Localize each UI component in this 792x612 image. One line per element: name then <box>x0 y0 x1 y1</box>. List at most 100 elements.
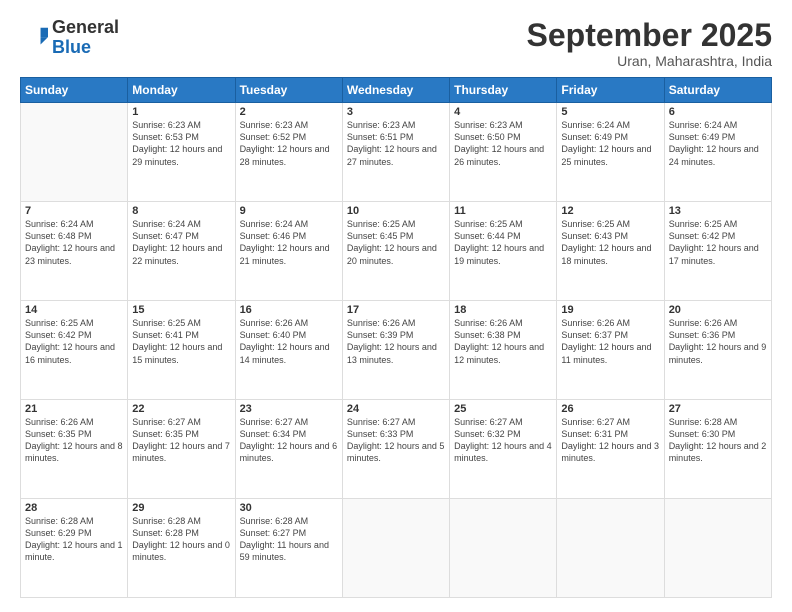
calendar-cell: 3Sunrise: 6:23 AMSunset: 6:51 PMDaylight… <box>342 103 449 202</box>
calendar-table: Sunday Monday Tuesday Wednesday Thursday… <box>20 77 772 598</box>
location: Uran, Maharashtra, India <box>527 53 772 69</box>
logo-general: General <box>52 17 119 37</box>
logo-text: General Blue <box>52 18 119 58</box>
day-info: Sunrise: 6:26 AMSunset: 6:37 PMDaylight:… <box>561 317 659 366</box>
day-info: Sunrise: 6:24 AMSunset: 6:46 PMDaylight:… <box>240 218 338 267</box>
day-info: Sunrise: 6:26 AMSunset: 6:40 PMDaylight:… <box>240 317 338 366</box>
day-number: 3 <box>347 106 445 118</box>
day-info: Sunrise: 6:23 AMSunset: 6:53 PMDaylight:… <box>132 119 230 168</box>
calendar-cell: 24Sunrise: 6:27 AMSunset: 6:33 PMDayligh… <box>342 400 449 499</box>
day-info: Sunrise: 6:28 AMSunset: 6:27 PMDaylight:… <box>240 515 338 564</box>
col-tuesday: Tuesday <box>235 78 342 103</box>
day-info: Sunrise: 6:25 AMSunset: 6:42 PMDaylight:… <box>669 218 767 267</box>
calendar-cell <box>664 499 771 598</box>
day-info: Sunrise: 6:27 AMSunset: 6:31 PMDaylight:… <box>561 416 659 465</box>
day-info: Sunrise: 6:24 AMSunset: 6:49 PMDaylight:… <box>561 119 659 168</box>
day-number: 16 <box>240 304 338 316</box>
day-number: 4 <box>454 106 552 118</box>
day-info: Sunrise: 6:26 AMSunset: 6:39 PMDaylight:… <box>347 317 445 366</box>
calendar-cell: 15Sunrise: 6:25 AMSunset: 6:41 PMDayligh… <box>128 301 235 400</box>
calendar-cell: 2Sunrise: 6:23 AMSunset: 6:52 PMDaylight… <box>235 103 342 202</box>
day-info: Sunrise: 6:25 AMSunset: 6:42 PMDaylight:… <box>25 317 123 366</box>
day-info: Sunrise: 6:27 AMSunset: 6:32 PMDaylight:… <box>454 416 552 465</box>
calendar-cell: 7Sunrise: 6:24 AMSunset: 6:48 PMDaylight… <box>21 202 128 301</box>
day-number: 1 <box>132 106 230 118</box>
day-number: 21 <box>25 403 123 415</box>
col-sunday: Sunday <box>21 78 128 103</box>
day-number: 30 <box>240 502 338 514</box>
col-saturday: Saturday <box>664 78 771 103</box>
day-info: Sunrise: 6:25 AMSunset: 6:44 PMDaylight:… <box>454 218 552 267</box>
day-number: 13 <box>669 205 767 217</box>
logo-blue: Blue <box>52 37 91 57</box>
day-info: Sunrise: 6:23 AMSunset: 6:51 PMDaylight:… <box>347 119 445 168</box>
day-info: Sunrise: 6:23 AMSunset: 6:52 PMDaylight:… <box>240 119 338 168</box>
logo: General Blue <box>20 18 119 58</box>
day-info: Sunrise: 6:25 AMSunset: 6:45 PMDaylight:… <box>347 218 445 267</box>
month-title: September 2025 <box>527 18 772 53</box>
day-info: Sunrise: 6:26 AMSunset: 6:35 PMDaylight:… <box>25 416 123 465</box>
calendar-cell: 20Sunrise: 6:26 AMSunset: 6:36 PMDayligh… <box>664 301 771 400</box>
col-monday: Monday <box>128 78 235 103</box>
day-number: 29 <box>132 502 230 514</box>
calendar-week-row: 21Sunrise: 6:26 AMSunset: 6:35 PMDayligh… <box>21 400 772 499</box>
calendar-cell: 28Sunrise: 6:28 AMSunset: 6:29 PMDayligh… <box>21 499 128 598</box>
day-number: 22 <box>132 403 230 415</box>
calendar-cell: 8Sunrise: 6:24 AMSunset: 6:47 PMDaylight… <box>128 202 235 301</box>
day-number: 28 <box>25 502 123 514</box>
day-number: 14 <box>25 304 123 316</box>
calendar-week-row: 14Sunrise: 6:25 AMSunset: 6:42 PMDayligh… <box>21 301 772 400</box>
calendar-cell: 19Sunrise: 6:26 AMSunset: 6:37 PMDayligh… <box>557 301 664 400</box>
calendar-cell: 9Sunrise: 6:24 AMSunset: 6:46 PMDaylight… <box>235 202 342 301</box>
day-info: Sunrise: 6:28 AMSunset: 6:28 PMDaylight:… <box>132 515 230 564</box>
day-info: Sunrise: 6:27 AMSunset: 6:34 PMDaylight:… <box>240 416 338 465</box>
day-info: Sunrise: 6:24 AMSunset: 6:49 PMDaylight:… <box>669 119 767 168</box>
day-number: 20 <box>669 304 767 316</box>
day-info: Sunrise: 6:28 AMSunset: 6:29 PMDaylight:… <box>25 515 123 564</box>
calendar-cell: 6Sunrise: 6:24 AMSunset: 6:49 PMDaylight… <box>664 103 771 202</box>
calendar-cell: 25Sunrise: 6:27 AMSunset: 6:32 PMDayligh… <box>450 400 557 499</box>
day-number: 9 <box>240 205 338 217</box>
day-number: 8 <box>132 205 230 217</box>
calendar-cell: 5Sunrise: 6:24 AMSunset: 6:49 PMDaylight… <box>557 103 664 202</box>
calendar-cell: 18Sunrise: 6:26 AMSunset: 6:38 PMDayligh… <box>450 301 557 400</box>
day-number: 26 <box>561 403 659 415</box>
calendar-cell: 27Sunrise: 6:28 AMSunset: 6:30 PMDayligh… <box>664 400 771 499</box>
calendar-cell: 17Sunrise: 6:26 AMSunset: 6:39 PMDayligh… <box>342 301 449 400</box>
calendar-cell: 1Sunrise: 6:23 AMSunset: 6:53 PMDaylight… <box>128 103 235 202</box>
calendar-cell: 14Sunrise: 6:25 AMSunset: 6:42 PMDayligh… <box>21 301 128 400</box>
day-info: Sunrise: 6:23 AMSunset: 6:50 PMDaylight:… <box>454 119 552 168</box>
logo-icon <box>20 24 48 52</box>
day-info: Sunrise: 6:27 AMSunset: 6:35 PMDaylight:… <box>132 416 230 465</box>
calendar-cell: 12Sunrise: 6:25 AMSunset: 6:43 PMDayligh… <box>557 202 664 301</box>
day-number: 24 <box>347 403 445 415</box>
day-info: Sunrise: 6:26 AMSunset: 6:36 PMDaylight:… <box>669 317 767 366</box>
day-info: Sunrise: 6:28 AMSunset: 6:30 PMDaylight:… <box>669 416 767 465</box>
day-number: 6 <box>669 106 767 118</box>
day-info: Sunrise: 6:27 AMSunset: 6:33 PMDaylight:… <box>347 416 445 465</box>
calendar-cell <box>557 499 664 598</box>
day-number: 7 <box>25 205 123 217</box>
col-wednesday: Wednesday <box>342 78 449 103</box>
calendar-cell: 4Sunrise: 6:23 AMSunset: 6:50 PMDaylight… <box>450 103 557 202</box>
calendar-cell <box>342 499 449 598</box>
day-info: Sunrise: 6:25 AMSunset: 6:41 PMDaylight:… <box>132 317 230 366</box>
day-number: 12 <box>561 205 659 217</box>
day-info: Sunrise: 6:26 AMSunset: 6:38 PMDaylight:… <box>454 317 552 366</box>
calendar-week-row: 7Sunrise: 6:24 AMSunset: 6:48 PMDaylight… <box>21 202 772 301</box>
day-info: Sunrise: 6:24 AMSunset: 6:47 PMDaylight:… <box>132 218 230 267</box>
day-number: 17 <box>347 304 445 316</box>
calendar-cell: 11Sunrise: 6:25 AMSunset: 6:44 PMDayligh… <box>450 202 557 301</box>
day-number: 5 <box>561 106 659 118</box>
header: General Blue September 2025 Uran, Mahara… <box>20 18 772 69</box>
day-number: 19 <box>561 304 659 316</box>
calendar-week-row: 1Sunrise: 6:23 AMSunset: 6:53 PMDaylight… <box>21 103 772 202</box>
day-number: 11 <box>454 205 552 217</box>
day-number: 18 <box>454 304 552 316</box>
calendar-cell: 21Sunrise: 6:26 AMSunset: 6:35 PMDayligh… <box>21 400 128 499</box>
calendar-cell: 13Sunrise: 6:25 AMSunset: 6:42 PMDayligh… <box>664 202 771 301</box>
calendar-header-row: Sunday Monday Tuesday Wednesday Thursday… <box>21 78 772 103</box>
page: General Blue September 2025 Uran, Mahara… <box>0 0 792 612</box>
day-number: 27 <box>669 403 767 415</box>
day-number: 10 <box>347 205 445 217</box>
